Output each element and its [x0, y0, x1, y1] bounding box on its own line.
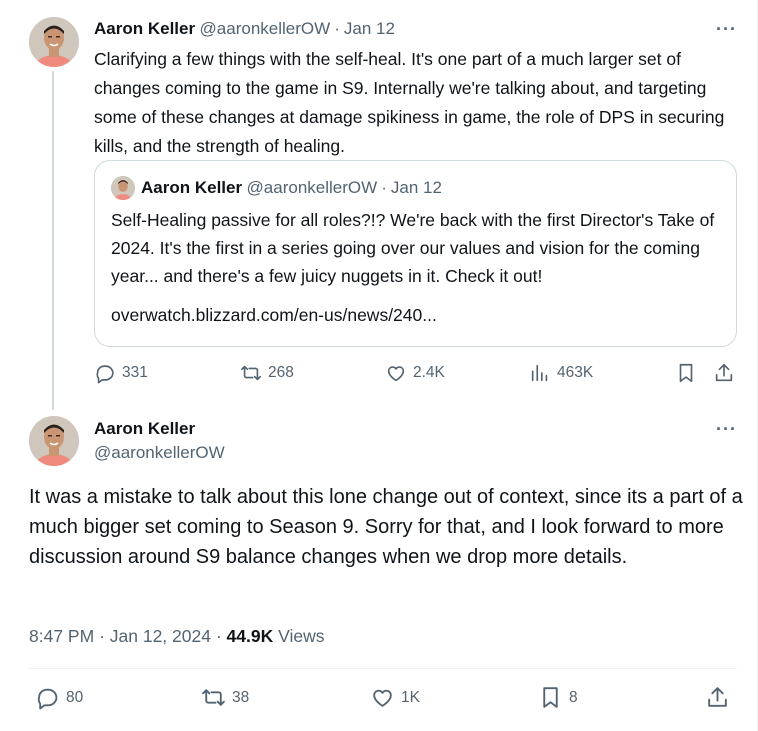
- share-button[interactable]: [705, 685, 730, 710]
- tweet-actions-bar: 80 38 1K 8: [29, 685, 739, 715]
- author-name[interactable]: Aaron Keller: [94, 19, 195, 38]
- reply-count: 331: [122, 364, 148, 381]
- repost-count: 38: [232, 688, 250, 706]
- reply-button[interactable]: 80: [35, 685, 83, 710]
- bookmark-button[interactable]: 8: [538, 685, 578, 710]
- heart-icon: [387, 366, 405, 382]
- bookmark-count: 8: [569, 688, 578, 706]
- quoted-avatar: [111, 176, 135, 200]
- bookmark-button[interactable]: [675, 362, 697, 384]
- tweet-time[interactable]: 8:47 PM: [29, 626, 94, 646]
- author-handle[interactable]: @aaronkellerOW: [94, 443, 225, 463]
- quoted-tweet-link[interactable]: overwatch.blizzard.com/en-us/news/240...: [111, 305, 437, 326]
- share-icon: [708, 687, 727, 707]
- separator-dot: ·: [99, 626, 105, 646]
- like-count: 2.4K: [413, 364, 445, 381]
- tweet-metadata: 8:47 PM · Jan 12, 2024 · 44.9K Views: [29, 626, 325, 647]
- like-button[interactable]: 2.4K: [385, 362, 445, 384]
- tweet-header: Aaron Keller @aaronkellerOW · Jan 12: [94, 19, 395, 39]
- divider: [29, 668, 737, 669]
- more-options-icon[interactable]: ···: [716, 20, 737, 38]
- quoted-author-handle: @aaronkellerOW: [246, 178, 378, 197]
- avatar[interactable]: [29, 17, 79, 67]
- reply-count: 80: [66, 688, 84, 706]
- thread-connector-line: [52, 71, 54, 410]
- bookmark-icon: [543, 687, 558, 708]
- views-label: Views: [278, 626, 325, 646]
- like-count: 1K: [401, 688, 420, 706]
- separator-dot: ·: [334, 19, 340, 38]
- tweet-date[interactable]: Jan 12, 2024: [110, 626, 211, 646]
- repost-count: 268: [268, 364, 294, 381]
- reply-button[interactable]: 331: [94, 362, 148, 384]
- tweet-text: Clarifying a few things with the self-he…: [94, 49, 725, 156]
- repost-button[interactable]: 38: [201, 685, 249, 710]
- quoted-author-name: Aaron Keller: [141, 178, 243, 197]
- tweet-actions-bar: 331 268 2.4K 463K: [94, 362, 744, 390]
- bookmark-icon: [679, 363, 693, 383]
- author-handle[interactable]: @aaronkellerOW: [200, 19, 331, 38]
- tweet-text: It was a mistake to talk about this lone…: [29, 486, 743, 568]
- author-name[interactable]: Aaron Keller: [94, 419, 195, 439]
- quoted-tweet-card[interactable]: Aaron Keller @aaronkellerOW · Jan 12 Self-…: [94, 160, 737, 347]
- repost-icon: [241, 365, 261, 381]
- repost-button[interactable]: 268: [240, 362, 294, 384]
- reply-icon: [37, 688, 58, 710]
- tweet-date[interactable]: Jan 12: [344, 19, 395, 38]
- quoted-tweet-text: Self-Healing passive for all roles?!? We…: [111, 210, 715, 286]
- quoted-tweet-header: Aaron Keller @aaronkellerOW · Jan 12: [141, 178, 442, 198]
- share-icon: [715, 363, 733, 382]
- like-button[interactable]: 1K: [370, 685, 420, 710]
- views-count: 463K: [557, 364, 594, 381]
- tweet-thread: Aaron Keller @aaronkellerOW · Jan 12 ··· C…: [0, 0, 758, 731]
- heart-icon: [373, 689, 392, 707]
- quoted-tweet-date: Jan 12: [390, 178, 442, 197]
- share-button[interactable]: [713, 362, 735, 384]
- repost-icon: [202, 689, 225, 706]
- views-button[interactable]: 463K: [529, 362, 593, 384]
- separator-dot: ·: [381, 178, 387, 197]
- analytics-icon: [531, 364, 548, 382]
- separator-dot: ·: [215, 626, 222, 646]
- reply-icon: [96, 365, 114, 384]
- avatar[interactable]: [29, 416, 79, 466]
- more-options-icon[interactable]: ···: [716, 420, 737, 438]
- views-count: 44.9K: [226, 626, 274, 646]
